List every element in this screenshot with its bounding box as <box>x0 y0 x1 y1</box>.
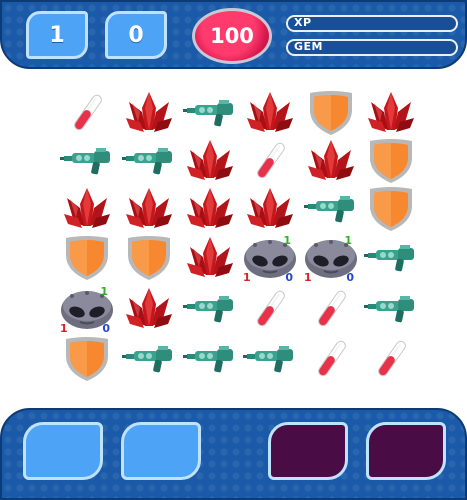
board-tile[interactable] <box>120 90 178 136</box>
board-tile[interactable] <box>120 138 178 184</box>
board-tile[interactable] <box>58 90 116 136</box>
board-tile[interactable] <box>362 235 420 281</box>
board-tile[interactable] <box>362 286 420 332</box>
board-tile[interactable]: 1 1 0 <box>241 234 299 284</box>
board-tile[interactable] <box>241 138 299 184</box>
board-tile[interactable] <box>362 138 420 184</box>
board-tile[interactable] <box>362 90 420 136</box>
board-tile[interactable] <box>181 235 239 281</box>
board-tile[interactable] <box>181 286 239 332</box>
board-tile[interactable] <box>241 336 299 382</box>
board-tile[interactable] <box>362 186 420 232</box>
gem-label: GEM <box>294 40 323 53</box>
alien-armor-stat: 0 <box>346 271 354 284</box>
xp-meter: XP <box>286 15 458 32</box>
top-hud-panel: 1 0 100 XP GEM <box>0 0 467 69</box>
board-tile[interactable] <box>302 90 360 136</box>
board-tile[interactable] <box>181 90 239 136</box>
board-tile[interactable] <box>120 235 178 281</box>
alien-attack-stat: 1 <box>344 234 352 247</box>
item-slot-4[interactable] <box>366 422 446 480</box>
board-tile[interactable] <box>362 336 420 382</box>
xp-label: XP <box>294 16 312 29</box>
item-slot-2[interactable] <box>121 422 201 480</box>
alien-attack-stat: 1 <box>283 234 291 247</box>
alien-health-stat: 1 <box>60 322 68 335</box>
alien-health-stat: 1 <box>243 271 251 284</box>
board-tile[interactable] <box>120 286 178 332</box>
board-tile[interactable] <box>302 186 360 232</box>
alien-armor-stat: 0 <box>285 271 293 284</box>
alien-armor-stat: 0 <box>102 322 110 335</box>
board-tile[interactable] <box>241 186 299 232</box>
board-tile[interactable] <box>302 138 360 184</box>
board-tile[interactable] <box>58 336 116 382</box>
alien-health-stat: 1 <box>304 271 312 284</box>
alien-attack-stat: 1 <box>100 285 108 298</box>
item-slot-3[interactable] <box>268 422 348 480</box>
item-slot-1[interactable] <box>23 422 103 480</box>
board-tile[interactable] <box>181 138 239 184</box>
board-tile[interactable] <box>120 186 178 232</box>
board-tile[interactable] <box>58 186 116 232</box>
left-counter: 1 <box>26 11 88 59</box>
right-counter: 0 <box>105 11 167 59</box>
board-tile[interactable] <box>58 235 116 281</box>
board-tile[interactable] <box>302 336 360 382</box>
board-tile[interactable] <box>120 336 178 382</box>
board-tile[interactable] <box>241 286 299 332</box>
board-tile[interactable] <box>302 286 360 332</box>
gem-meter: GEM <box>286 39 458 56</box>
board-tile[interactable] <box>241 90 299 136</box>
board-tile[interactable] <box>58 138 116 184</box>
board-tile[interactable] <box>181 336 239 382</box>
board-tile[interactable]: 1 1 0 <box>58 285 116 335</box>
board-tile[interactable]: 1 1 0 <box>302 234 360 284</box>
board-tile[interactable] <box>181 186 239 232</box>
score-display: 100 <box>192 8 272 64</box>
